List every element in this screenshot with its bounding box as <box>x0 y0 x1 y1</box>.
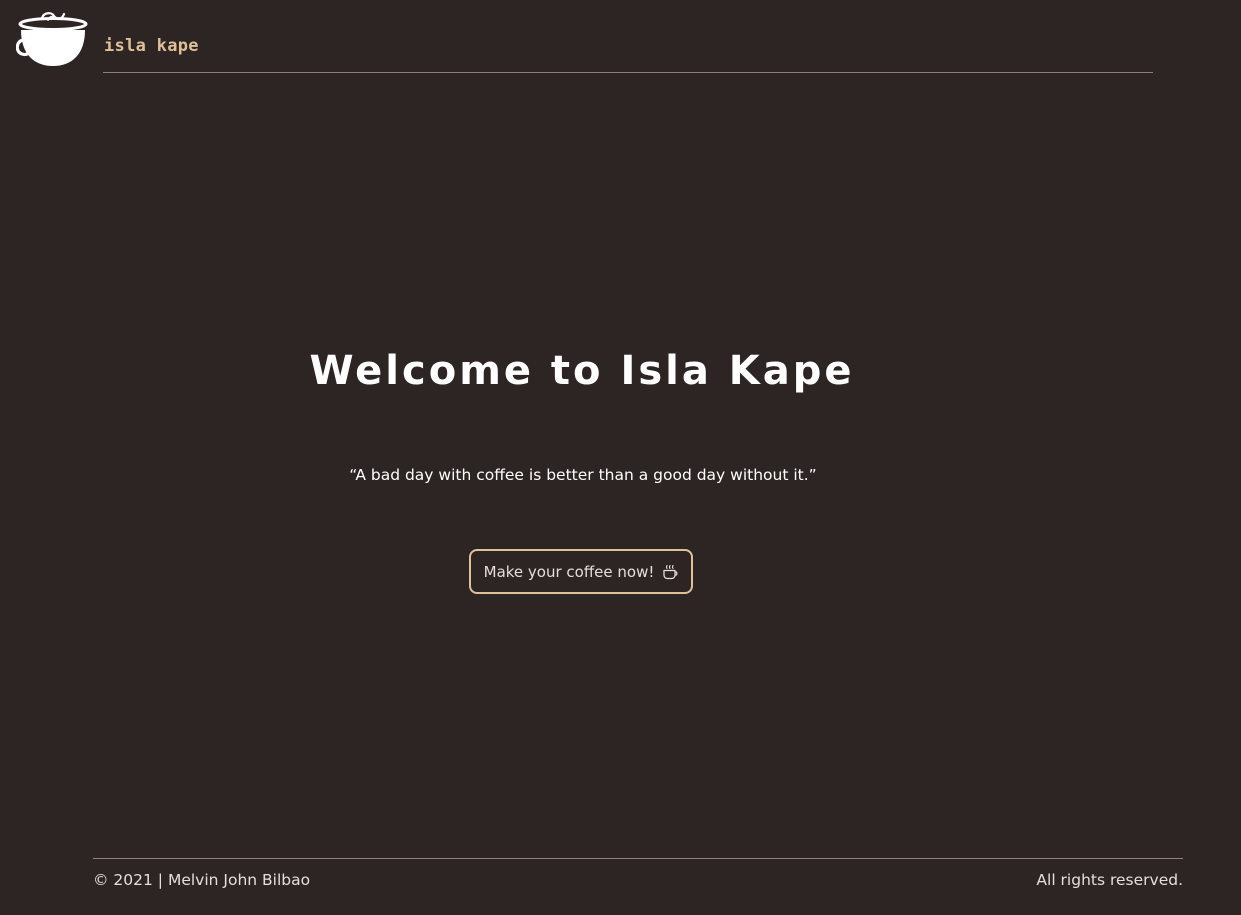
brand-name[interactable]: isla kape <box>104 36 199 56</box>
footer-copyright: © 2021 | Melvin John Bilbao <box>93 871 311 889</box>
make-coffee-button-label: Make your coffee now! <box>483 562 655 581</box>
header-divider <box>103 72 1153 73</box>
hero-title: Welcome to Isla Kape <box>309 348 855 394</box>
hero-quote: “A bad day with coffee is better than a … <box>349 466 817 484</box>
make-coffee-button[interactable]: Make your coffee now! <box>469 549 693 594</box>
footer-divider <box>93 858 1183 859</box>
footer-rights: All rights reserved. <box>1036 871 1183 889</box>
coffee-mug-icon <box>663 564 678 579</box>
coffee-cup-icon[interactable] <box>16 8 90 68</box>
